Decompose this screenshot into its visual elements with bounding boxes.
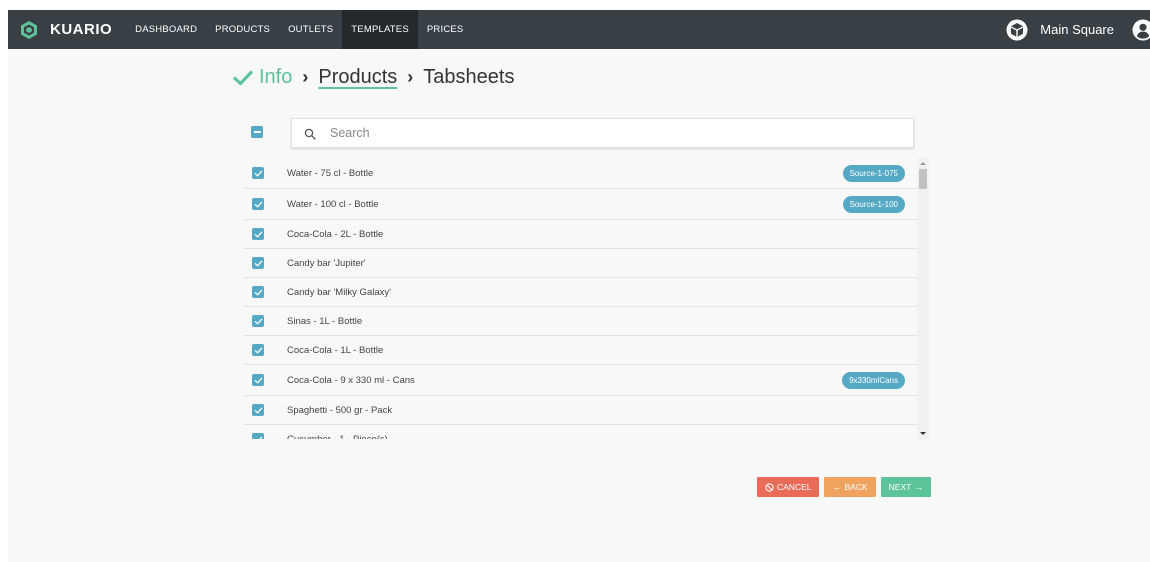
check-icon (254, 170, 262, 176)
check-icon (254, 231, 262, 237)
product-row[interactable]: Candy bar 'Milky Galaxy' (244, 278, 917, 307)
product-label: Candy bar 'Milky Galaxy' (287, 286, 391, 298)
search-icon (304, 127, 316, 140)
cancel-circle-icon (765, 482, 774, 492)
nav-right-group: Main Square (1006, 10, 1150, 49)
cancel-button-label: CANCEL (777, 482, 812, 492)
brand-name[interactable]: KUARIO (50, 21, 112, 38)
product-row[interactable]: Cucumber - 1 - Piece(s) (244, 425, 917, 439)
product-checkbox[interactable] (252, 374, 264, 386)
product-label: Candy bar 'Jupiter' (287, 257, 366, 269)
product-label: Coca-Cola - 9 x 330 ml - Cans (287, 374, 415, 386)
check-icon (254, 318, 262, 324)
cancel-button[interactable]: CANCEL (757, 477, 820, 497)
product-list-container: Water - 75 cl - Bottle Source-1-075 Water … (244, 158, 929, 439)
check-icon (254, 347, 262, 353)
scroll-up-arrow-icon[interactable] (920, 162, 926, 165)
store-box-icon[interactable] (1006, 19, 1028, 41)
check-icon (254, 201, 262, 207)
back-button[interactable]: ← BACK (824, 477, 876, 497)
check-icon (254, 436, 262, 439)
product-label: Spaghetti - 500 gr - Pack (287, 404, 393, 416)
next-button[interactable]: NEXT → (880, 477, 932, 497)
product-checkbox[interactable] (252, 228, 264, 240)
product-row[interactable]: Coca-Cola - 2L - Bottle (244, 220, 917, 249)
arrow-right-icon: → (914, 482, 924, 492)
search-box[interactable] (291, 118, 914, 148)
product-row[interactable]: Water - 100 cl - Bottle Source-1-100 (244, 189, 917, 220)
product-label: Water - 100 cl - Bottle (287, 198, 379, 210)
user-account-icon[interactable] (1132, 19, 1150, 41)
nav-item-outlets[interactable]: OUTLETS (279, 10, 342, 49)
scrollbar-thumb[interactable] (919, 169, 927, 189)
product-row[interactable]: Candy bar 'Jupiter' (244, 249, 917, 278)
next-button-label: NEXT (888, 482, 912, 492)
product-checkbox[interactable] (252, 344, 264, 356)
product-label: Water - 75 cl - Bottle (287, 167, 374, 179)
breadcrumb-step-info[interactable]: Info (259, 66, 292, 89)
check-icon (254, 260, 262, 266)
nav-item-dashboard[interactable]: DASHBOARD (126, 10, 206, 49)
store-name[interactable]: Main Square (1040, 22, 1114, 37)
list-scrollbar[interactable] (917, 158, 929, 439)
product-row[interactable]: Water - 75 cl - Bottle Source-1-075 (244, 158, 917, 189)
scroll-down-arrow-icon[interactable] (920, 432, 926, 435)
product-checkbox[interactable] (252, 286, 264, 298)
select-all-checkbox[interactable] (251, 126, 263, 138)
breadcrumb-step-products[interactable]: Products (318, 66, 397, 89)
top-navbar: KUARIO DASHBOARD PRODUCTS OUTLETS TEMPLA… (8, 10, 1150, 49)
product-list: Water - 75 cl - Bottle Source-1-075 Water … (244, 158, 917, 439)
chevron-right-icon: › (302, 67, 309, 87)
nav-item-prices[interactable]: PRICES (418, 10, 473, 49)
product-row[interactable]: Coca-Cola - 1L - Bottle (244, 336, 917, 365)
kuario-logo-icon[interactable] (18, 19, 40, 41)
checkmark-icon (233, 68, 253, 88)
product-checkbox[interactable] (252, 433, 264, 439)
product-code-badge: 9x330mlCans (842, 371, 905, 389)
product-label: Coca-Cola - 1L - Bottle (287, 344, 384, 356)
product-row[interactable]: Spaghetti - 500 gr - Pack (244, 396, 917, 425)
check-icon (254, 377, 262, 383)
wizard-breadcrumb: Info › Products › Tabsheets (233, 66, 514, 89)
product-checkbox[interactable] (252, 198, 264, 210)
product-label: Sinas - 1L - Bottle (287, 315, 363, 327)
product-row[interactable]: Sinas - 1L - Bottle (244, 307, 917, 336)
app-frame: KUARIO DASHBOARD PRODUCTS OUTLETS TEMPLA… (8, 10, 1150, 562)
product-checkbox[interactable] (252, 315, 264, 327)
chevron-right-icon: › (407, 67, 414, 87)
product-code-badge: Source-1-075 (842, 164, 905, 182)
product-checkbox[interactable] (252, 167, 264, 179)
product-checkbox[interactable] (252, 404, 264, 416)
search-input[interactable] (330, 126, 890, 140)
arrow-left-icon: ← (832, 482, 842, 492)
wizard-actions: CANCEL ← BACK NEXT → (757, 477, 932, 497)
product-code-badge: Source-1-100 (842, 195, 905, 213)
breadcrumb-step-tabsheets: Tabsheets (423, 66, 515, 88)
product-label: Coca-Cola - 2L - Bottle (287, 228, 384, 240)
nav-item-templates[interactable]: TEMPLATES (342, 10, 418, 49)
nav-item-products[interactable]: PRODUCTS (206, 10, 279, 49)
check-icon (254, 407, 262, 413)
check-icon (254, 289, 262, 295)
back-button-label: BACK (844, 482, 868, 492)
product-row[interactable]: Coca-Cola - 9 x 330 ml - Cans 9x330mlCans (244, 365, 917, 396)
product-label: Cucumber - 1 - Piece(s) (287, 433, 388, 440)
product-checkbox[interactable] (252, 257, 264, 269)
